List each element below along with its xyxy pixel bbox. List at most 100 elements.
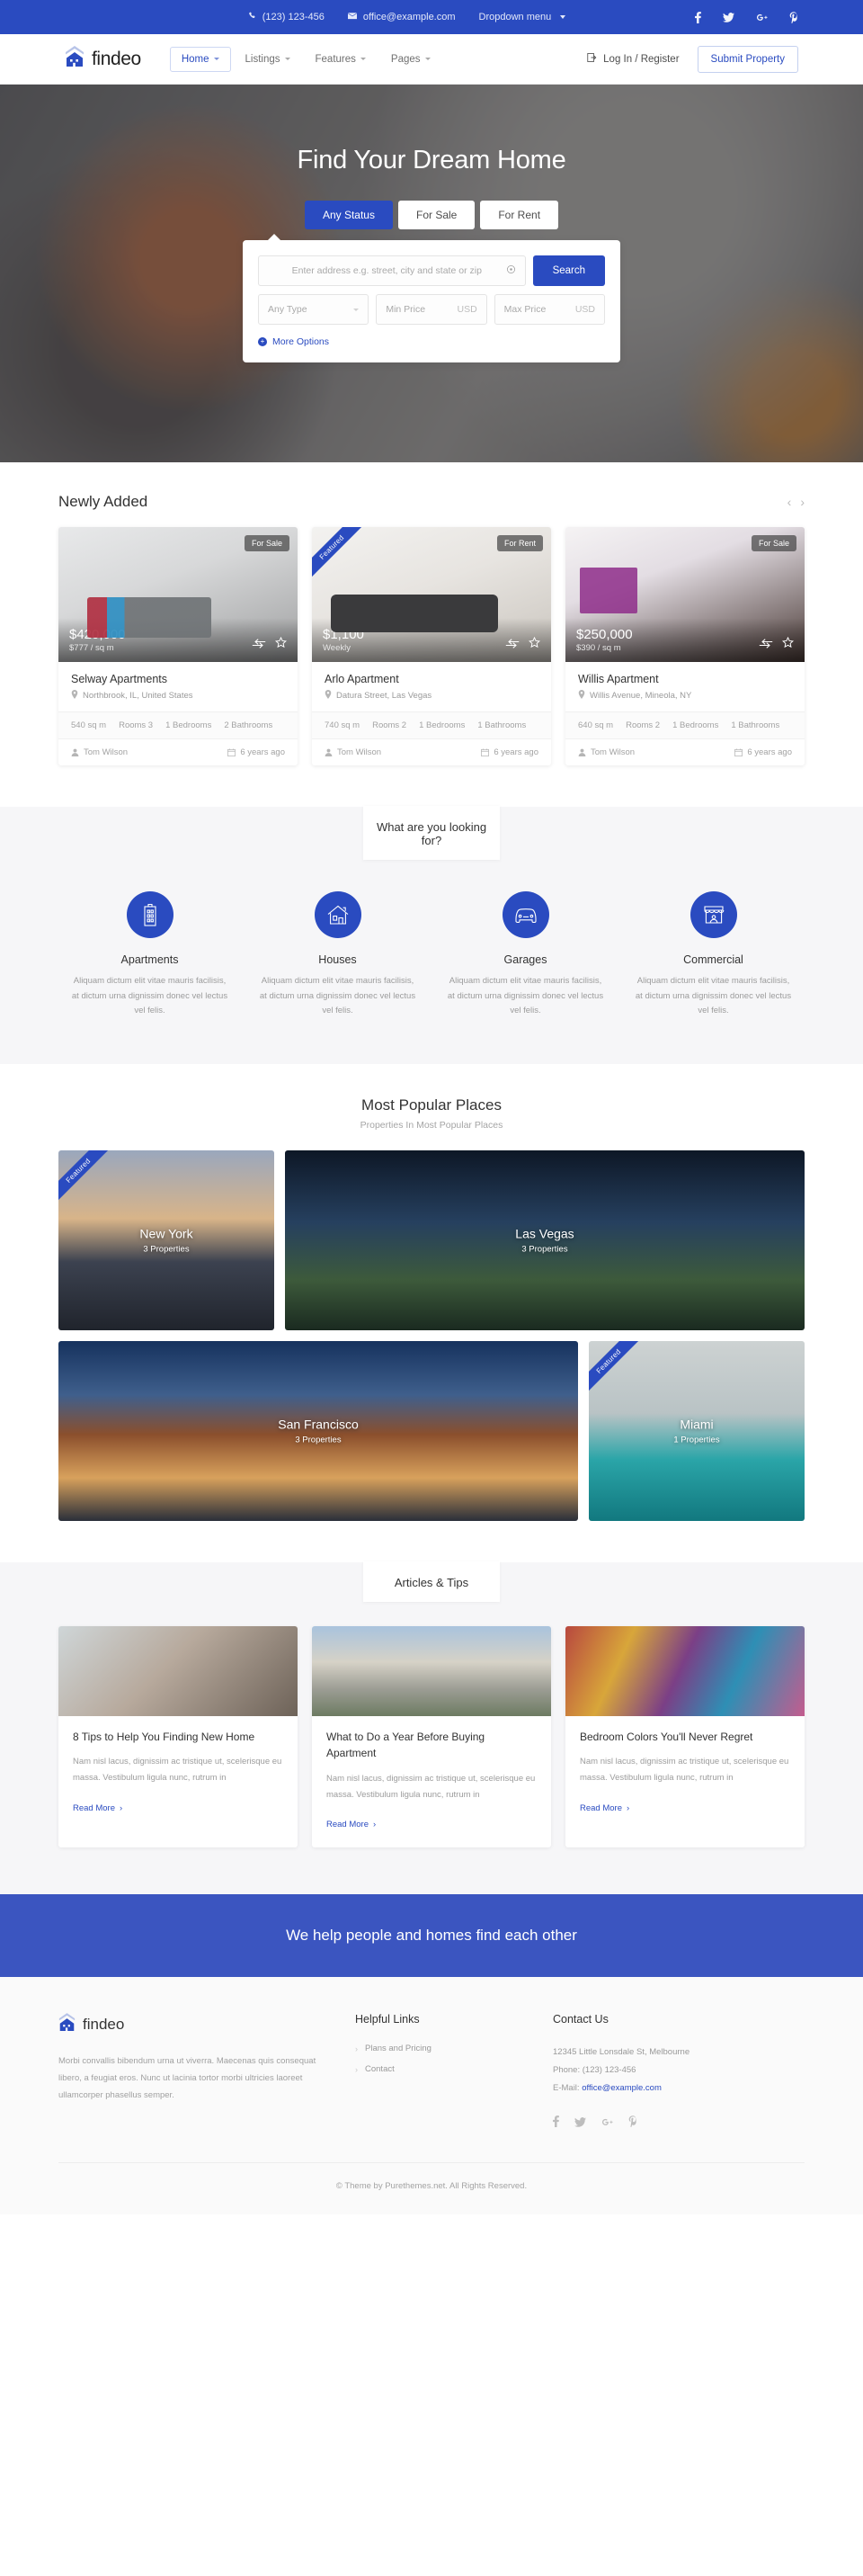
top-bar-email[interactable]: office@example.com [347, 12, 456, 22]
place-card-miami[interactable]: Featured Miami 1 Properties [589, 1340, 805, 1521]
google-plus-icon[interactable] [601, 2115, 613, 2132]
property-card[interactable]: For Sale $420,000 $777 / sq m Selway Apa… [58, 527, 298, 765]
phone-icon [248, 12, 256, 22]
article-card[interactable]: What to Do a Year Before Buying Apartmen… [312, 1625, 551, 1848]
top-bar-phone[interactable]: (123) 123-456 [248, 12, 325, 22]
footer-link-contact[interactable]: › Contact [355, 2064, 553, 2074]
max-price-input[interactable]: Max Price USD [494, 294, 605, 325]
property-type-value: Any Type [268, 304, 307, 315]
property-footer: Tom Wilson 6 years ago [312, 739, 551, 765]
min-price-input[interactable]: Min Price USD [376, 294, 487, 325]
footer-copyright: © Theme by Purethemes.net. All Rights Re… [58, 2162, 805, 2214]
property-footer: Tom Wilson 6 years ago [58, 739, 298, 765]
status-badge: For Rent [496, 535, 543, 551]
footer-logo[interactable]: findeo [58, 2013, 355, 2036]
nav-item-pages[interactable]: Pages [380, 48, 441, 71]
compare-icon[interactable] [252, 637, 266, 653]
article-card[interactable]: Bedroom Colors You'll Never Regret Nam n… [565, 1625, 805, 1848]
article-read-more-link[interactable]: Read More › [73, 1803, 122, 1813]
facebook-icon[interactable] [695, 11, 701, 23]
favorite-icon[interactable] [275, 636, 287, 653]
chevron-down-icon [560, 15, 566, 19]
tab-any-status[interactable]: Any Status [304, 201, 393, 229]
header-actions: Log In / Register Submit Property [587, 45, 798, 73]
category-houses[interactable]: Houses Aliquam dictum elit vitae mauris … [246, 891, 429, 1019]
compare-icon[interactable] [759, 637, 773, 653]
chevron-right-icon: › [355, 2064, 358, 2074]
property-card[interactable]: Featured For Rent $1,100 Weekly Arlo Apa… [312, 527, 551, 765]
property-price: $1,100 [323, 626, 364, 642]
property-price: $420,000 [69, 626, 126, 642]
nav-item-home[interactable]: Home [169, 46, 231, 72]
footer-description: Morbi convallis bibendum urna ut viverra… [58, 2056, 316, 2101]
article-image [565, 1625, 805, 1716]
top-bar-dropdown[interactable]: Dropdown menu [479, 12, 566, 22]
property-agent: Tom Wilson [578, 747, 635, 757]
tab-for-rent[interactable]: For Rent [480, 201, 559, 229]
apartment-building-icon [126, 891, 173, 938]
twitter-icon[interactable] [574, 2115, 586, 2132]
locate-me-icon[interactable] [506, 264, 516, 277]
submit-property-button[interactable]: Submit Property [697, 45, 798, 73]
category-commercial[interactable]: Commercial Aliquam dictum elit vitae mau… [622, 891, 805, 1019]
article-card[interactable]: 8 Tips to Help You Finding New Home Nam … [58, 1625, 298, 1848]
carousel-prev-icon[interactable]: ‹ [787, 495, 792, 509]
search-button[interactable]: Search [532, 255, 605, 286]
property-price-sub: $777 / sq m [69, 643, 114, 653]
calendar-icon [227, 748, 236, 756]
more-options-toggle[interactable]: + More Options [258, 336, 605, 347]
property-address-label: Willis Avenue, Mineola, NY [590, 691, 692, 701]
article-read-more-link[interactable]: Read More › [326, 1820, 376, 1829]
tab-for-sale[interactable]: For Sale [397, 201, 476, 229]
place-card-san-francisco[interactable]: San Francisco 3 Properties [58, 1340, 578, 1521]
footer-email-link[interactable]: office@example.com [582, 2083, 662, 2093]
mail-icon [347, 12, 357, 22]
favorite-icon[interactable] [782, 636, 794, 653]
category-apartments[interactable]: Apartments Aliquam dictum elit vitae mau… [58, 891, 241, 1019]
article-image [312, 1625, 551, 1716]
carousel-arrows: ‹ › [787, 495, 805, 509]
footer-phone: Phone: (123) 123-456 [553, 2065, 636, 2076]
nav-item-pages-label: Pages [390, 53, 421, 65]
top-bar-contact-group: (123) 123-456 office@example.com Dropdow… [119, 12, 695, 22]
google-plus-icon[interactable] [756, 13, 768, 22]
login-register-link[interactable]: Log In / Register [587, 52, 680, 66]
nav-item-listings-label: Listings [245, 53, 280, 65]
facebook-icon[interactable] [553, 2115, 559, 2132]
popular-places-subtitle: Properties In Most Popular Places [360, 1119, 503, 1131]
pinterest-icon[interactable] [789, 11, 798, 23]
property-spec: Rooms 3 [119, 720, 154, 730]
category-houses-desc: Aliquam dictum elit vitae mauris facilis… [259, 976, 416, 1016]
favorite-icon[interactable] [529, 636, 540, 653]
place-name: New York [139, 1226, 193, 1241]
nav-item-listings[interactable]: Listings [235, 48, 301, 71]
property-specs: 740 sq m Rooms 2 1 Bedrooms 1 Bathrooms [312, 711, 551, 739]
footer-link-label: Plans and Pricing [365, 2044, 432, 2054]
login-icon [587, 52, 598, 66]
article-read-more-link[interactable]: Read More › [580, 1803, 629, 1813]
nav-item-features[interactable]: Features [305, 48, 377, 71]
featured-ribbon-label: Featured [312, 527, 371, 586]
nav-item-features-label: Features [315, 53, 356, 65]
carousel-next-icon[interactable]: › [800, 495, 805, 509]
site-header: findeo Home Listings Features Pages Log … [0, 34, 863, 85]
article-title: What to Do a Year Before Buying Apartmen… [326, 1730, 485, 1760]
user-icon [578, 748, 586, 756]
address-search-input[interactable]: Enter address e.g. street, city and stat… [258, 255, 526, 286]
twitter-icon[interactable] [723, 12, 734, 22]
logo[interactable]: findeo [65, 46, 141, 72]
category-list: Apartments Aliquam dictum elit vitae mau… [58, 861, 805, 1019]
featured-ribbon-label: Featured [589, 1340, 648, 1400]
featured-ribbon: Featured [58, 1149, 126, 1218]
property-title: Willis Apartment [578, 673, 659, 685]
compare-icon[interactable] [505, 637, 520, 653]
property-spec: 1 Bedrooms [419, 720, 466, 730]
property-type-select[interactable]: Any Type [258, 294, 369, 325]
pinterest-icon[interactable] [628, 2115, 637, 2132]
category-garages[interactable]: Garages Aliquam dictum elit vitae mauris… [434, 891, 617, 1019]
property-card[interactable]: For Sale $250,000 $390 / sq m Willis Apa… [565, 527, 805, 765]
place-card-new-york[interactable]: Featured New York 3 Properties [58, 1149, 274, 1330]
footer-link-plans-and-pricing[interactable]: › Plans and Pricing [355, 2044, 553, 2053]
place-card-las-vegas[interactable]: Las Vegas 3 Properties [285, 1149, 805, 1330]
status-badge: For Sale [244, 535, 289, 551]
